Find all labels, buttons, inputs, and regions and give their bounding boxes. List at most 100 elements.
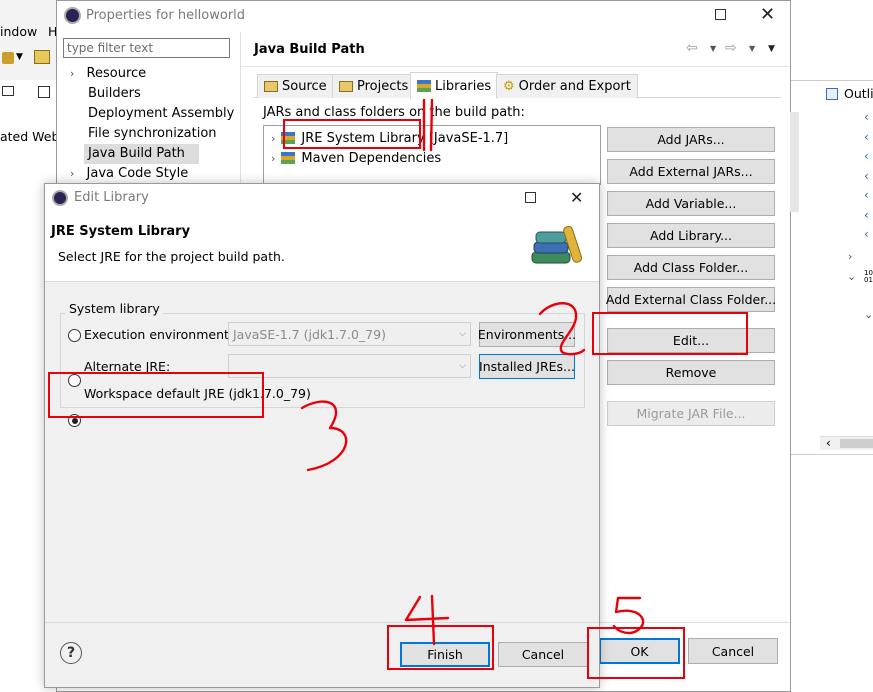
nav-item-label: Deployment Assembly <box>88 106 235 121</box>
dropdown-arrow-icon[interactable]: ▼ <box>749 44 755 53</box>
add-external-jars-button[interactable]: Add External JARs... <box>607 159 775 184</box>
annotation-box-finish <box>387 625 494 670</box>
background-menubar <box>0 0 56 80</box>
section-title: Java Build Path <box>254 42 365 57</box>
nav-item-label: Java Code Style <box>86 166 189 181</box>
library-books-icon <box>528 222 584 268</box>
outline-tab[interactable]: Outli <box>844 86 873 101</box>
add-variable-button[interactable]: Add Variable... <box>607 191 775 216</box>
nav-tree: › Resource Builders Deployment Assembly … <box>64 64 239 184</box>
eclipse-logo-icon <box>64 7 81 24</box>
outline-binary-icon: 10 01 <box>864 269 873 284</box>
outline-panel <box>790 80 873 455</box>
remove-button[interactable]: Remove <box>607 360 775 385</box>
chevron-right-icon[interactable]: › <box>271 132 275 145</box>
tab-label: Libraries <box>435 78 492 94</box>
execution-env-value: JavaSE-1.7 (jdk1.7.0_79) <box>233 326 386 342</box>
cancel-button[interactable]: Cancel <box>688 638 778 664</box>
nav-item-builders[interactable]: Builders <box>64 84 239 104</box>
add-external-class-folder-button[interactable]: Add External Class Folder... <box>606 287 776 312</box>
view-menu-icon[interactable]: ▼ <box>768 44 775 54</box>
source-folder-icon <box>264 81 278 92</box>
environments-button[interactable]: Environments... <box>478 322 576 347</box>
maximize-window-icon[interactable] <box>525 192 536 203</box>
nav-item-java-code-style[interactable]: › Java Code Style <box>64 164 239 184</box>
chevron-right-icon[interactable]: › <box>70 167 74 180</box>
annotation-box-ok <box>587 627 685 679</box>
chevron-down-icon: ⌵ <box>459 329 466 339</box>
tab-label: Order and Export <box>518 79 631 94</box>
filter-placeholder: type filter text <box>67 41 154 55</box>
library-icon <box>281 152 296 164</box>
outline-chevron-icon[interactable]: ⌄ <box>864 308 873 321</box>
jars-label: JARs and class folders on the build path… <box>263 105 525 120</box>
add-class-folder-button[interactable]: Add Class Folder... <box>607 255 775 280</box>
edit-library-header-desc: Select JRE for the project build path. <box>58 249 285 264</box>
outline-collapse-icon[interactable]: ⌄ <box>847 270 856 283</box>
edit-library-cancel-button[interactable]: Cancel <box>498 642 588 667</box>
maximize-window-icon[interactable] <box>715 9 726 20</box>
nav-item-java-build-path[interactable]: Java Build Path <box>84 144 199 164</box>
outline-scrollbar[interactable]: ‹ <box>820 436 873 450</box>
nav-item-label: Resource <box>86 66 147 81</box>
execution-env-text: Execution environment: <box>84 327 234 342</box>
scroll-left-icon[interactable]: ‹ <box>826 436 831 450</box>
toolbar-icon[interactable] <box>2 52 14 64</box>
close-window-icon[interactable]: ✕ <box>760 4 775 25</box>
add-library-button[interactable]: Add Library... <box>607 223 775 248</box>
maximize-icon[interactable] <box>38 86 50 98</box>
edit-library-title: Edit Library <box>74 190 149 205</box>
nav-item-label: Builders <box>88 86 141 101</box>
nav-item-deployment-assembly[interactable]: Deployment Assembly <box>64 104 239 124</box>
libraries-icon <box>417 80 431 92</box>
tab-source[interactable]: Source <box>257 74 334 98</box>
add-jars-button[interactable]: Add JARs... <box>607 127 775 152</box>
migrate-jar-button[interactable]: Migrate JAR File... <box>607 401 775 426</box>
restore-icon[interactable] <box>2 86 14 96</box>
projects-icon <box>339 81 353 92</box>
bottom-divider <box>600 622 790 623</box>
tab-label: Source <box>282 79 327 94</box>
nav-item-label: File synchronization <box>88 126 217 141</box>
chevron-down-icon: ⌵ <box>459 361 466 371</box>
outline-chevrons: ‹ ‹ ‹ ‹ ‹ ‹ ‹ <box>864 110 869 241</box>
library-label: Maven Dependencies <box>301 150 442 166</box>
chevron-right-icon[interactable]: › <box>271 152 275 165</box>
execution-env-radio[interactable] <box>68 329 81 342</box>
nav-item-file-synchronization[interactable]: File synchronization <box>64 124 239 144</box>
dropdown-arrow-icon[interactable]: ▼ <box>16 52 23 62</box>
outline-expand-icon[interactable]: › <box>848 250 852 263</box>
edit-library-header-title: JRE System Library <box>51 224 191 239</box>
edit-library-bottom-divider <box>45 622 599 623</box>
filter-input[interactable]: type filter text <box>63 38 230 58</box>
annotation-box-jre <box>283 119 421 149</box>
properties-scrollbar[interactable] <box>790 112 799 212</box>
tab-projects[interactable]: Projects <box>332 74 416 98</box>
eclipse-logo-icon <box>52 190 68 206</box>
header-divider <box>241 66 790 67</box>
order-export-icon: ⚙ <box>503 79 515 94</box>
installed-jres-button[interactable]: Installed JREs... <box>479 354 575 379</box>
dialog-title: Properties for helloworld <box>86 8 246 23</box>
toolbar-package-icon[interactable] <box>34 50 50 64</box>
library-item-maven[interactable]: › Maven Dependencies <box>271 148 441 168</box>
tab-libraries[interactable]: Libraries <box>410 72 499 99</box>
tab-label: Projects <box>357 79 409 94</box>
chevron-right-icon[interactable]: › <box>70 67 74 80</box>
annotation-box-workspace <box>48 372 264 418</box>
nav-item-resource[interactable]: › Resource <box>64 64 239 84</box>
execution-env-select[interactable]: JavaSE-1.7 (jdk1.7.0_79) ⌵ <box>228 322 471 346</box>
tab-order-and-export[interactable]: ⚙ Order and Export <box>496 74 638 98</box>
annotation-box-edit <box>592 312 748 355</box>
close-window-icon[interactable]: ✕ <box>570 188 583 207</box>
menu-window[interactable]: indow <box>0 24 37 39</box>
help-icon[interactable]: ? <box>60 642 82 664</box>
nav-forward-icon[interactable]: ⇨ <box>725 40 737 56</box>
project-explorer-item[interactable]: ated Web <box>0 129 59 144</box>
outline-icon <box>826 88 838 100</box>
scroll-thumb[interactable] <box>840 439 873 448</box>
execution-env-label: Execution environment: <box>84 327 233 342</box>
nav-back-icon[interactable]: ⇦ <box>686 40 698 56</box>
alternate-jre-select[interactable]: ⌵ <box>228 354 471 378</box>
dropdown-arrow-icon[interactable]: ▼ <box>710 44 716 53</box>
